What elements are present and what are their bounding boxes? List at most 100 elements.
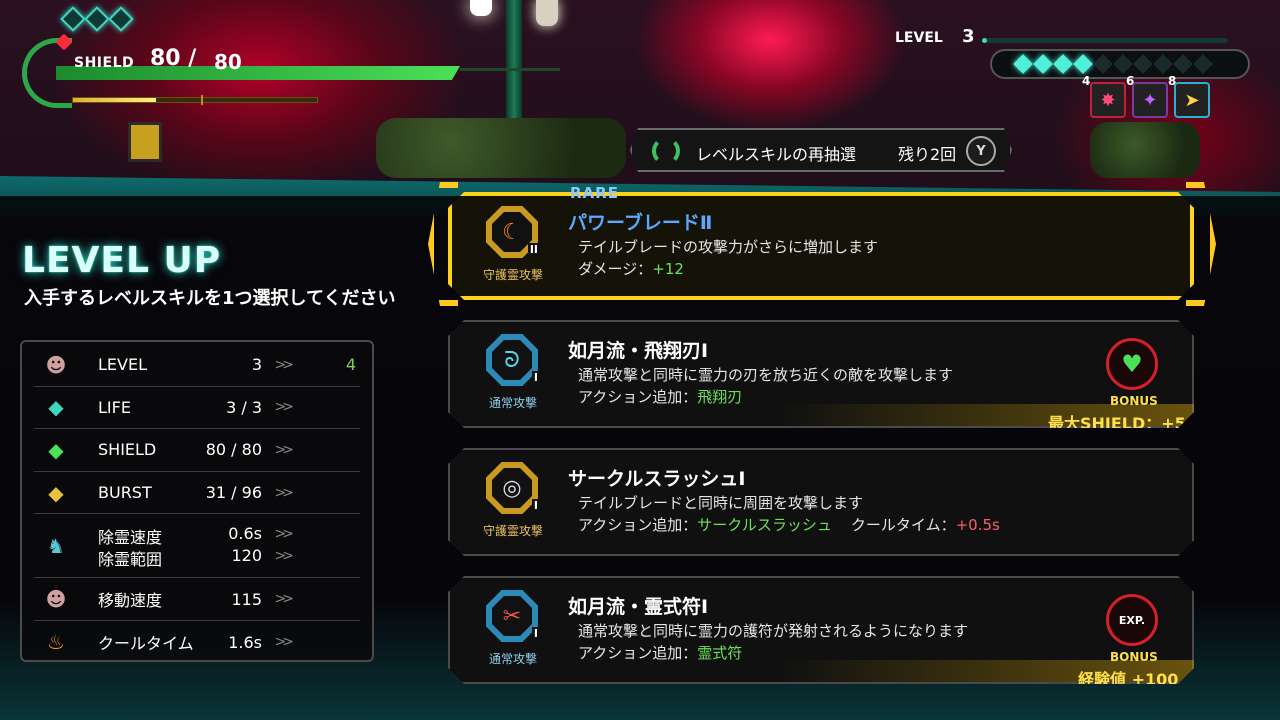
effect-label: アクション追加： — [578, 388, 698, 406]
chevron-right-icon: >> — [274, 526, 295, 543]
skill-category: 守護霊攻撃 — [482, 524, 543, 538]
cooltime-value: +0.5s — [955, 516, 1000, 534]
gem-icon — [1173, 54, 1193, 74]
gem-icon — [1153, 54, 1173, 74]
gem-icon — [1093, 54, 1113, 74]
gem-gauge — [990, 49, 1250, 79]
skill-name: サークルスラッシュⅠ — [568, 468, 746, 490]
level-exp-bar — [982, 38, 1228, 43]
shield-label: SHIELD — [74, 55, 135, 71]
stat-name: LIFE — [98, 397, 131, 417]
stat-value: 1.6s — [228, 632, 262, 652]
stat-name: SHIELD — [98, 440, 157, 460]
life-pip-icon — [60, 6, 86, 32]
effect-label: アクション追加： — [578, 644, 698, 662]
road-sign — [128, 122, 162, 162]
guardian-attack-badge: ◎ I — [486, 462, 538, 514]
stat-new-value: 4 — [345, 355, 356, 375]
rank-badge: I — [533, 627, 538, 640]
gem-icon — [1073, 54, 1093, 74]
skill-card-reishikifu[interactable]: ✂ I 通常攻撃 如月流・霊式符Ⅰ 通常攻撃と同時に霊力の護符が発射されるように… — [448, 576, 1194, 684]
skill-description: 通常攻撃と同時に霊力の護符が発射されるようになります — [578, 622, 969, 640]
badge-frame: ◎ — [486, 462, 538, 514]
skill-description: 通常攻撃と同時に霊力の刃を放ち近くの敵を攻撃します — [578, 366, 954, 384]
stat-name: 除霊速度 — [98, 528, 163, 548]
burst-bar — [72, 95, 318, 105]
y-button-icon: Y — [966, 136, 996, 166]
cooltime-icon: ♨ — [47, 630, 65, 655]
shield-icon: ◆ — [48, 437, 64, 462]
life-pips — [60, 6, 134, 32]
skill-card-power-blade[interactable]: ☾ II 守護霊攻撃 パワーブレードⅡ テイルブレードの攻撃力がさらに増加します… — [448, 192, 1194, 300]
reroll-remaining: 残り2回 — [898, 145, 957, 164]
character-icon: ☻ — [45, 352, 67, 377]
chevron-right-icon: >> — [274, 484, 295, 501]
skill-slot-vortex-icon: ✦ — [1132, 82, 1168, 118]
stat-name: クールタイム — [98, 634, 194, 654]
rarity-tag: RARE — [570, 184, 619, 202]
badge-frame: ᘐ — [486, 334, 538, 386]
stat-row-exorcism: ♞ 除霊速度 0.6s >> 除霊範囲 120 >> — [34, 514, 360, 579]
skill-category: 守護霊攻撃 — [482, 268, 543, 282]
life-pip-icon — [84, 6, 110, 32]
effect-label: ダメージ： — [578, 260, 653, 278]
rank-badge: I — [533, 499, 538, 512]
rank-badge: I — [533, 371, 538, 384]
burst-icon: ◆ — [48, 480, 64, 505]
effect-value: 霊式符 — [697, 644, 743, 662]
effect-value: 飛翔刃 — [697, 388, 743, 406]
gem-icon — [1113, 54, 1133, 74]
stat-row-shield: ◆ SHIELD 80 / 80 >> — [34, 429, 360, 472]
hedge — [376, 118, 626, 178]
skill-description: テイルブレードの攻撃力がさらに増加します — [578, 238, 879, 256]
chevron-right-icon: >> — [274, 356, 295, 373]
chevron-right-icon: >> — [274, 634, 295, 651]
stat-value: 120 — [231, 546, 262, 566]
stat-name: 移動速度 — [98, 591, 163, 611]
level-label: LEVEL — [895, 30, 943, 46]
skill-effect: アクション追加：飛翔刃 — [578, 386, 742, 407]
skill-slot-crab-icon: ✸ — [1090, 82, 1126, 118]
gem-icon — [1013, 54, 1033, 74]
skill-card-hishoujin[interactable]: ᘐ I 通常攻撃 如月流・飛翔刃Ⅰ 通常攻撃と同時に霊力の刃を放ち近くの敵を攻撃… — [448, 320, 1194, 428]
shield-current: 80 / — [150, 46, 197, 71]
skill-name: パワーブレードⅡ — [568, 212, 713, 234]
chevron-right-icon: >> — [274, 548, 295, 565]
stat-value: 80 / 80 — [205, 440, 262, 460]
stat-name: 除霊範囲 — [98, 550, 163, 570]
level-value: 3 — [962, 26, 975, 47]
skill-slot-blade-icon: ➤ — [1174, 82, 1210, 118]
skill-name: 如月流・霊式符Ⅰ — [568, 596, 709, 618]
stat-row-cooltime: ♨ クールタイム 1.6s >> — [34, 621, 360, 664]
cooltime-label: クールタイム： — [850, 516, 956, 534]
stat-row-life: ◆ LIFE 3 / 3 >> — [34, 387, 360, 430]
stat-name: LEVEL — [98, 355, 147, 375]
refresh-icon — [652, 137, 680, 165]
stat-value: 115 — [231, 589, 262, 609]
skill-card-circle-slash[interactable]: ◎ I 守護霊攻撃 サークルスラッシュⅠ テイルブレードと同時に周囲を攻撃します… — [448, 448, 1194, 556]
stat-value: 3 — [251, 355, 262, 375]
reroll-label: レベルスキルの再抽選 — [696, 145, 857, 164]
stat-row-burst: ◆ BURST 31 / 96 >> — [34, 472, 360, 515]
effect-value: +12 — [652, 260, 684, 278]
bonus-label: BONUS — [1110, 394, 1158, 408]
skill-name: 如月流・飛翔刃Ⅰ — [568, 340, 709, 362]
effect-label: アクション追加： — [578, 516, 698, 534]
shield-bar-track — [460, 68, 560, 71]
reroll-skills-button[interactable]: レベルスキルの再抽選 残り2回 Y — [630, 128, 1012, 172]
skill-effect: ダメージ：+12 — [578, 258, 684, 279]
normal-attack-badge: ᘐ I — [486, 334, 538, 386]
exorcism-icon: ♞ — [47, 533, 65, 558]
gem-icon — [1033, 54, 1053, 74]
skill-effect: アクション追加：サークルスラッシュ クールタイム：+0.5s — [578, 514, 1000, 535]
skill-effect: アクション追加：霊式符 — [578, 642, 742, 663]
stat-name: BURST — [98, 483, 152, 503]
burst-tick — [201, 95, 203, 105]
guardian-attack-badge: ☾ II — [486, 206, 538, 258]
shield-max: 80 — [214, 50, 242, 74]
stat-value: 0.6s — [228, 524, 262, 544]
skill-category: 通常攻撃 — [488, 652, 537, 666]
blade-swirl-icon: ☾ — [492, 212, 532, 252]
burst-bar-fill — [73, 98, 156, 102]
stats-panel: ☻ LEVEL 3 >> 4 ◆ LIFE 3 / 3 >> ◆ SHIELD … — [20, 340, 374, 662]
